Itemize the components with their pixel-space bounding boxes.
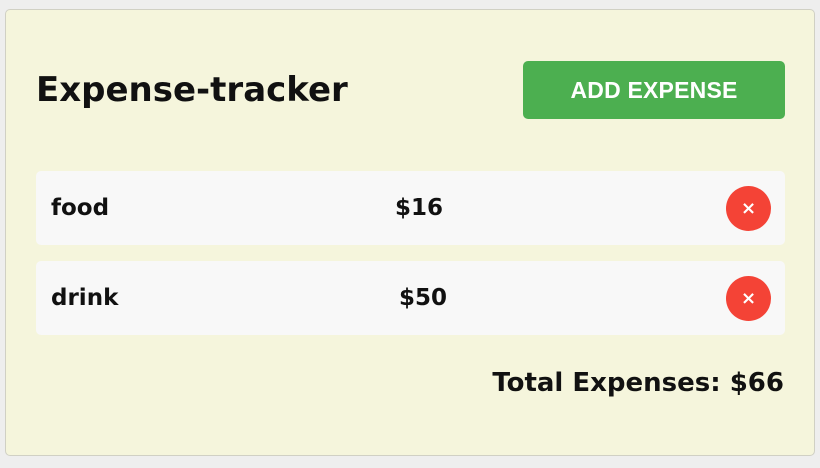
total-expenses: Total Expenses: $66 <box>492 368 784 398</box>
close-icon: × <box>740 198 757 219</box>
expense-tracker-card: Expense-tracker ADD EXPENSE food $16 × d… <box>5 9 815 456</box>
close-icon: × <box>740 288 757 309</box>
expense-row: drink $50 × <box>36 261 785 335</box>
expense-name: food <box>51 195 110 221</box>
delete-expense-button[interactable]: × <box>726 186 771 231</box>
delete-expense-button[interactable]: × <box>726 276 771 321</box>
page-title: Expense-tracker <box>36 70 348 110</box>
add-expense-button[interactable]: ADD EXPENSE <box>523 61 785 119</box>
expense-row: food $16 × <box>36 171 785 245</box>
expense-name: drink <box>51 285 119 311</box>
expense-amount: $50 <box>399 285 448 311</box>
expense-amount: $16 <box>395 195 444 221</box>
